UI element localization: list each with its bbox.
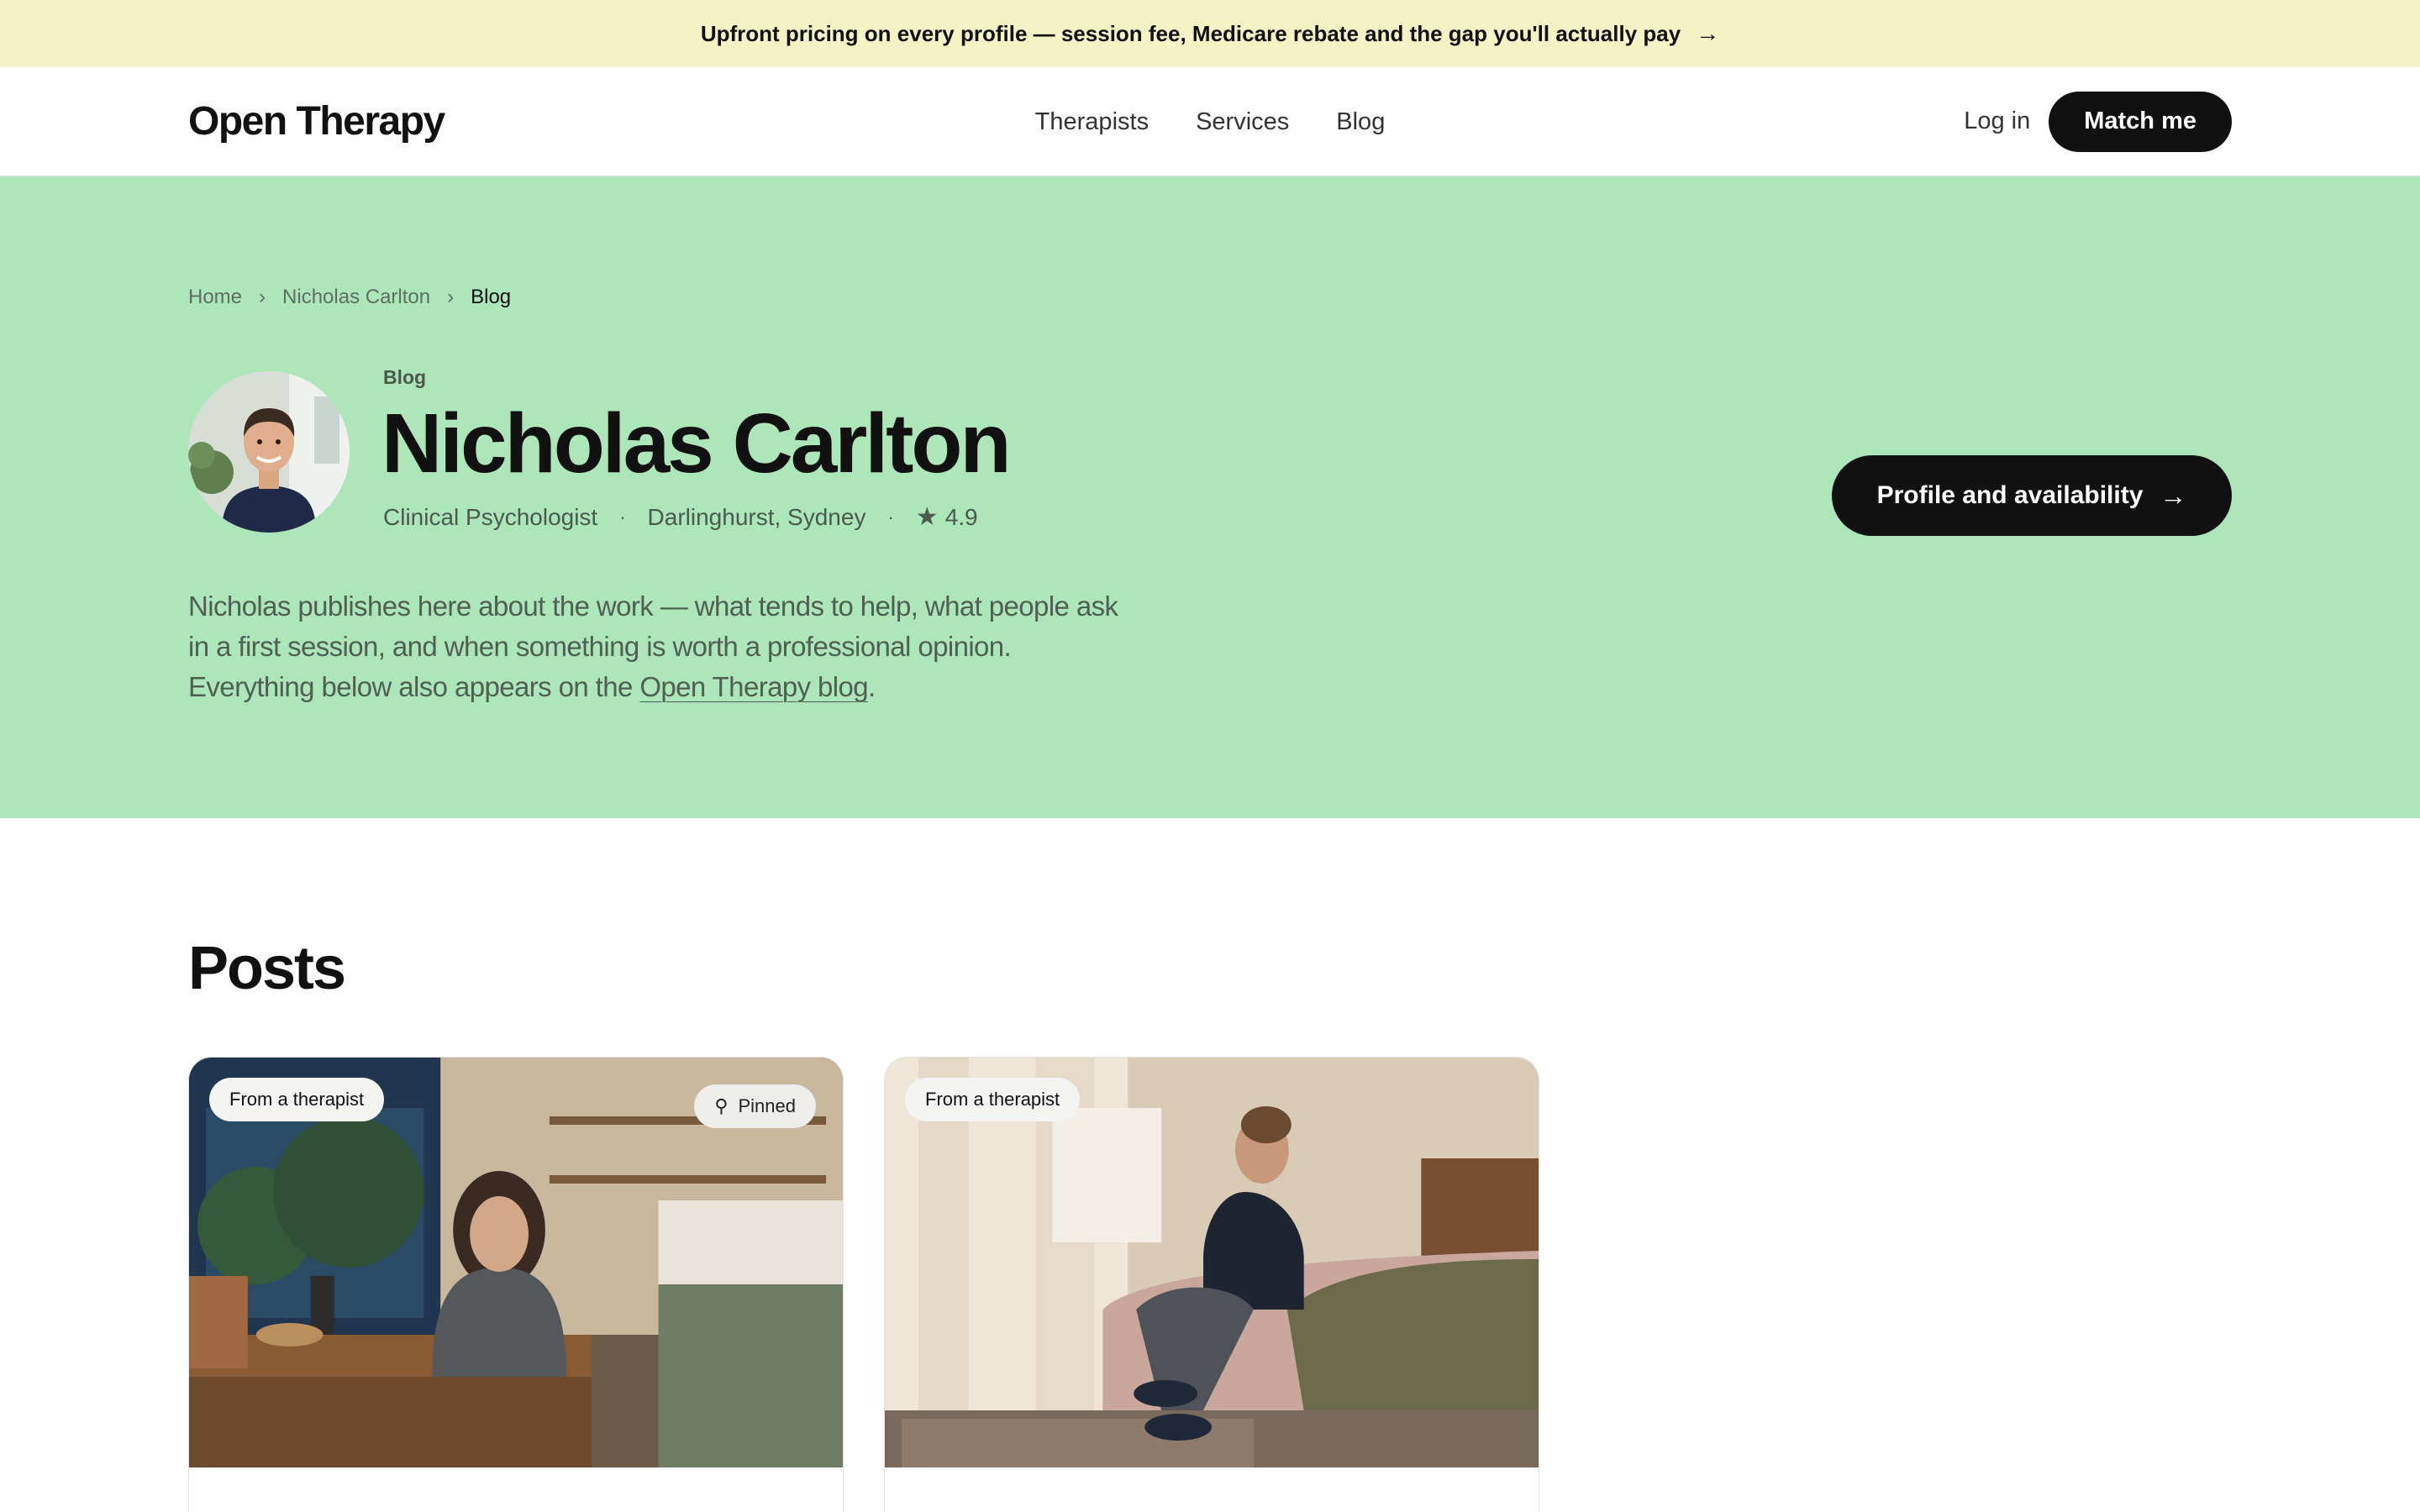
posts-heading: Posts xyxy=(188,935,346,1002)
role: Clinical Psychologist xyxy=(383,503,598,530)
eyebrow-label: Blog xyxy=(383,366,427,388)
pinned-badge: ⚲ Pinned xyxy=(694,1084,816,1128)
breadcrumb-therapist[interactable]: Nicholas Carlton xyxy=(282,286,430,309)
logo[interactable]: Open Therapy xyxy=(188,98,445,144)
breadcrumb-current: Blog xyxy=(471,286,512,308)
location: Darlinghurst, Sydney xyxy=(647,503,866,530)
profile-hero: Home › Nicholas Carlton › Blog Blog Nich… xyxy=(0,176,2420,818)
announcement-text: Upfront pricing on every profile — sessi… xyxy=(700,20,1681,46)
star-icon: ★ xyxy=(915,503,939,531)
chevron-right-icon: › xyxy=(447,286,455,308)
post-card[interactable]: From a therapist xyxy=(884,1057,1539,1512)
pin-icon: ⚲ xyxy=(714,1095,729,1116)
profile-availability-button[interactable]: Profile and availability → xyxy=(1832,455,2232,536)
breadcrumb-home[interactable]: Home xyxy=(188,286,242,309)
nav-links: Therapists Services Blog xyxy=(1035,67,1386,176)
blog-link[interactable]: Open Therapy blog xyxy=(639,671,868,702)
nav-actions: Log in Match me xyxy=(1964,91,2232,152)
pinned-label: Pinned xyxy=(738,1095,796,1116)
post-card[interactable]: From a therapist ⚲ Pinned xyxy=(188,1057,844,1512)
login-link[interactable]: Log in xyxy=(1964,108,2030,135)
announcement-bar[interactable]: Upfront pricing on every profile — sessi… xyxy=(0,0,2420,67)
top-nav: Open Therapy Therapists Services Blog Lo… xyxy=(0,67,2420,176)
intro-text: Nicholas publishes here about the work —… xyxy=(188,586,1138,707)
match-me-button[interactable]: Match me xyxy=(2049,91,2232,152)
nav-link-blog[interactable]: Blog xyxy=(1336,108,1385,136)
post-cards: From a therapist ⚲ Pinned From a therapi… xyxy=(188,1057,1539,1512)
arrow-right-icon: → xyxy=(1696,20,1720,46)
page-title: Nicholas Carlton xyxy=(381,396,1012,491)
post-badge: From a therapist xyxy=(209,1078,385,1121)
rating-value: 4.9 xyxy=(944,503,978,530)
nav-link-therapists[interactable]: Therapists xyxy=(1035,108,1149,136)
breadcrumb: Home › Nicholas Carlton › Blog xyxy=(188,286,511,309)
post-image-bedroom: From a therapist xyxy=(885,1058,1539,1467)
nav-link-services[interactable]: Services xyxy=(1196,108,1289,136)
profile-button-label: Profile and availability xyxy=(1876,481,2144,509)
avatar xyxy=(188,371,350,533)
intro-text-after: . xyxy=(868,671,876,702)
arrow-right-icon: → xyxy=(2160,480,2187,511)
post-image-kitchen: From a therapist ⚲ Pinned xyxy=(189,1058,843,1467)
profile-meta: Clinical Psychologist · Darlinghurst, Sy… xyxy=(383,502,978,532)
separator-dot: · xyxy=(619,506,626,528)
rating: ★ 4.9 xyxy=(916,502,978,532)
separator-dot: · xyxy=(887,506,894,528)
chevron-right-icon: › xyxy=(259,286,266,308)
post-badge: From a therapist xyxy=(905,1078,1081,1121)
